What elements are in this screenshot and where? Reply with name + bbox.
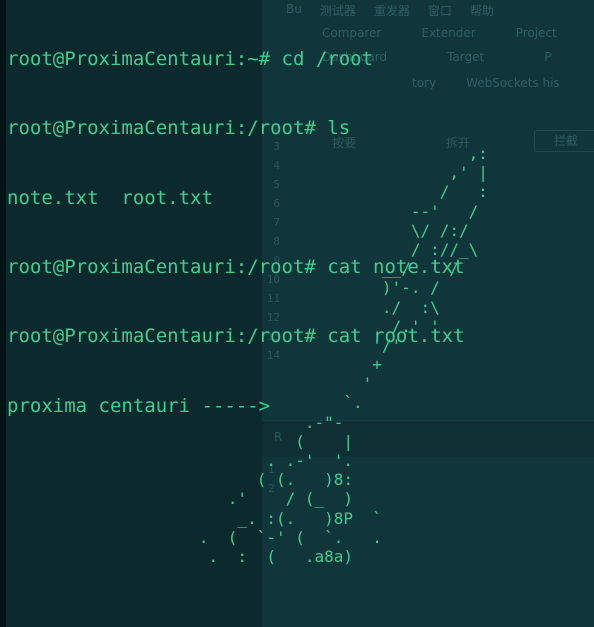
tab-p: P <box>544 50 552 64</box>
terminal-line-command: root@ProximaCentauri:~# cd /root <box>7 48 374 71</box>
ascii-art-line: _. :(. )8P ` <box>170 508 382 528</box>
ascii-art-line: --' / <box>170 201 479 221</box>
ascii-art-line: / ://_\ <box>170 239 479 259</box>
ascii-art-rocket: ,: ,' | / : --' / \/ /:/ / ://_\ __/ /)… <box>170 144 488 566</box>
ascii-art-line: ' <box>170 374 373 394</box>
ascii-art-line: `. <box>170 393 363 413</box>
terminal-line-command: root@ProximaCentauri:/root# ls <box>7 117 351 140</box>
ascii-art-line: ,: <box>170 144 488 163</box>
ascii-art-line: / : <box>170 182 488 202</box>
intercept-button: 拦截 <box>534 130 594 152</box>
ascii-art-line: )'-. / <box>170 278 440 298</box>
ascii-art-line: . : ( .a8a) <box>170 546 354 566</box>
ascii-art-line: . .-' '. <box>170 451 354 470</box>
window-edge <box>0 0 6 627</box>
ascii-art-line: '/' <box>170 335 402 355</box>
ascii-art-line: ( | <box>170 431 354 451</box>
ascii-art-line: /.' ' <box>170 316 440 336</box>
ascii-art-line: ,' | <box>170 163 488 183</box>
ascii-art-line: . ( `-' ( `. . <box>170 527 382 547</box>
ascii-art-line: .-"- <box>170 412 344 432</box>
ascii-art-line: ( (. )8: <box>170 470 354 490</box>
ascii-art-line: ./ :\ <box>170 297 440 317</box>
ascii-art-line: + <box>170 355 382 375</box>
ascii-art-line: .' / (_ ) <box>170 489 354 509</box>
menu-item: 帮助 <box>469 4 494 18</box>
tab-websockets-history: WebSockets his <box>466 76 560 90</box>
tab-project: Project <box>515 26 557 40</box>
ascii-art-line: \/ /:/ <box>170 220 469 240</box>
terminal-screen: Bu 测试器 重发器 窗口 帮助 Comparer Extender Proje… <box>0 0 594 627</box>
ascii-art-line: __/ / <box>170 259 459 279</box>
